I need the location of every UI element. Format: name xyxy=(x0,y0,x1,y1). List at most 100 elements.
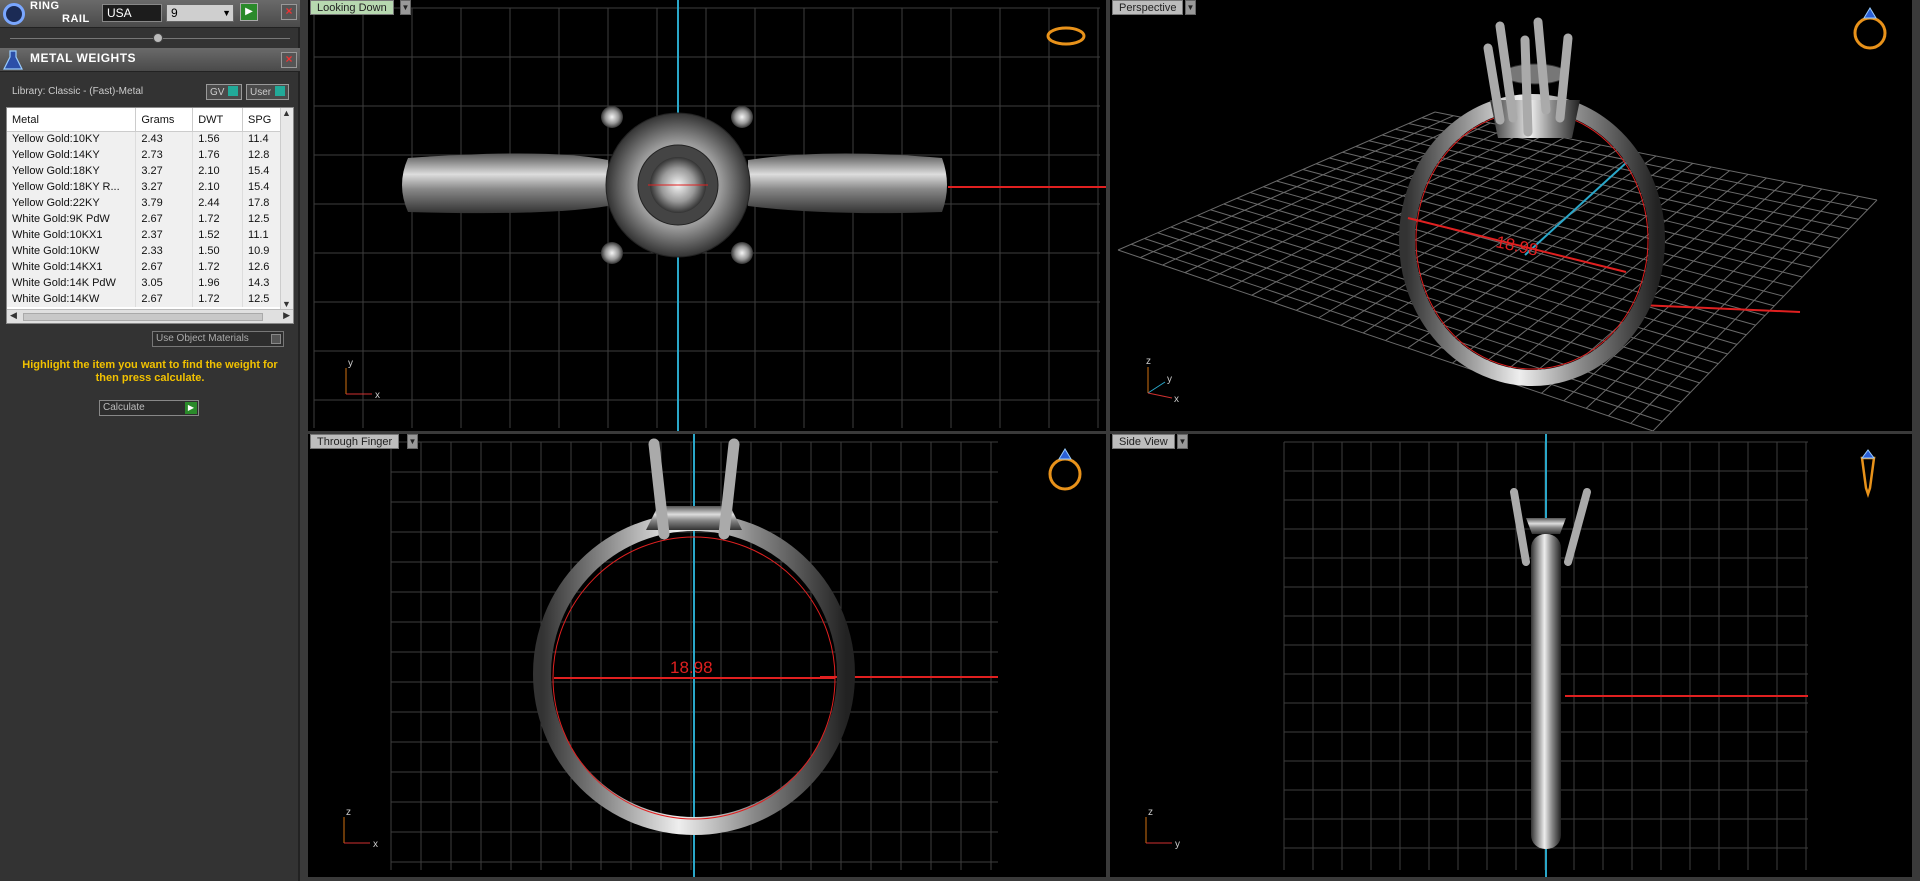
chevron-down-icon: ▼ xyxy=(222,8,231,18)
side-view-canvas: zy xyxy=(1145,434,1876,877)
chevron-down-icon[interactable]: ▼ xyxy=(1177,434,1188,449)
table-row[interactable]: White Gold:14KW 2.67 1.72 12.5 xyxy=(7,291,281,307)
table-cell: Yellow Gold:10KY xyxy=(7,131,137,147)
table-cell: 12.5 xyxy=(242,291,281,307)
table-horizontal-scrollbar[interactable]: ◀ ▶ xyxy=(7,309,293,323)
viewport-label-looking-down[interactable]: Looking Down xyxy=(310,0,394,15)
close-metal-weights-button[interactable]: × xyxy=(281,52,297,68)
calculate-button[interactable]: Calculate ▶ xyxy=(99,400,199,416)
use-object-materials-label: Use Object Materials xyxy=(156,333,249,344)
viewport-label-side-view[interactable]: Side View xyxy=(1112,434,1175,449)
user-indicator xyxy=(275,86,286,96)
scroll-up-icon[interactable]: ▲ xyxy=(282,108,291,118)
metal-weights-bar: METAL WEIGHTS × xyxy=(0,48,300,72)
axis-gizmo-label-a: z xyxy=(1148,807,1153,818)
perspective-canvas: 18.98 z yx xyxy=(1117,7,1887,431)
metal-weights-title: METAL WEIGHTS xyxy=(30,51,137,65)
prong-tip-0 xyxy=(601,106,623,128)
table-cell: 10.9 xyxy=(242,243,281,259)
play-icon: ▶ xyxy=(185,402,197,414)
ring-front-icon-gem xyxy=(1058,448,1072,460)
viewport-label-through-finger[interactable]: Through Finger xyxy=(310,434,400,449)
prong-tip-1 xyxy=(731,106,753,128)
scroll-left-icon[interactable]: ◀ xyxy=(10,310,17,321)
viewport-label-perspective[interactable]: Perspective xyxy=(1112,0,1184,15)
prong-right xyxy=(1564,488,1591,566)
horizontal-scroll-thumb[interactable] xyxy=(23,313,263,321)
table-header-row: Metal Grams DWT SPG xyxy=(7,108,281,132)
looking-down-canvas: yx xyxy=(313,0,1106,431)
chevron-down-icon[interactable]: ▼ xyxy=(1185,0,1196,15)
table-cell: 1.76 xyxy=(192,147,244,163)
viewport-perspective[interactable]: 18.98 z y x Perspective ▼ xyxy=(1110,0,1912,431)
table-cell: White Gold:10KX1 xyxy=(7,227,137,243)
table-cell: 2.44 xyxy=(192,195,244,211)
gizmo-label-x: x xyxy=(1174,394,1179,405)
ring-shank-right xyxy=(748,153,947,214)
table-cell: 11.1 xyxy=(242,227,281,243)
table-cell: 2.73 xyxy=(135,147,194,163)
left-panel: RING RAIL USA 9 ▼ ▶ × METAL WEIGHTS × Li… xyxy=(0,0,300,881)
viewport-looking-down[interactable]: yx Looking Down ▼ xyxy=(308,0,1106,431)
table-cell: 1.56 xyxy=(192,131,244,147)
table-row[interactable]: Yellow Gold:14KY 2.73 1.76 12.8 xyxy=(7,147,281,163)
axis-gizmo-label-b: x xyxy=(373,839,378,850)
use-object-materials-checkbox[interactable]: Use Object Materials xyxy=(152,331,284,347)
table-row[interactable]: Yellow Gold:10KY 2.43 1.56 11.4 xyxy=(7,131,281,147)
size-slider[interactable] xyxy=(10,33,290,43)
scroll-down-icon[interactable]: ▼ xyxy=(282,299,291,309)
calculate-label: Calculate xyxy=(103,402,145,413)
gizmo-x xyxy=(1147,392,1173,399)
head-seat xyxy=(1502,63,1568,85)
ring-size-select[interactable]: 9 ▼ xyxy=(166,4,234,22)
ring-top-view-icon xyxy=(1046,26,1086,46)
table-row[interactable]: Yellow Gold:22KY 3.79 2.44 17.8 xyxy=(7,195,281,211)
table-cell: Yellow Gold:18KY R... xyxy=(7,179,137,195)
table-row[interactable]: White Gold:14K PdW 3.05 1.96 14.3 xyxy=(7,275,281,291)
chevron-down-icon[interactable]: ▼ xyxy=(400,0,411,15)
user-toggle[interactable]: User xyxy=(246,84,290,100)
table-vertical-scrollbar[interactable]: ▲ ▼ xyxy=(280,108,293,309)
ring-rail-bar: RING RAIL USA 9 ▼ ▶ × xyxy=(0,0,300,28)
table-row[interactable]: White Gold:10KW 2.33 1.50 10.9 xyxy=(7,243,281,259)
apply-size-button[interactable]: ▶ xyxy=(240,3,258,21)
table-cell: 12.8 xyxy=(242,147,281,163)
table-row[interactable]: White Gold:14KX1 2.67 1.72 12.6 xyxy=(7,259,281,275)
prong-tip-2 xyxy=(601,242,623,264)
scroll-right-icon[interactable]: ▶ xyxy=(283,310,290,321)
axis-gizmo-label-b: x xyxy=(375,390,380,401)
through-finger-canvas: 18.98 z x xyxy=(343,434,1082,877)
y-axis-line xyxy=(1524,151,1639,256)
table-row[interactable]: Yellow Gold:18KY R... 3.27 2.10 15.4 xyxy=(7,179,281,195)
col-header-spg[interactable]: SPG xyxy=(242,108,281,132)
table-cell: 1.72 xyxy=(192,259,244,275)
table-cell: 17.8 xyxy=(242,195,281,211)
viewport-through-finger[interactable]: 18.98 z x Through Finger ▼ xyxy=(308,434,1106,877)
axis-gizmo-label-b: y xyxy=(1175,839,1180,850)
table-cell: 2.37 xyxy=(135,227,194,243)
table-row[interactable]: White Gold:9K PdW 2.67 1.72 12.5 xyxy=(7,211,281,227)
table-row[interactable]: White Gold:10KX1 2.37 1.52 11.1 xyxy=(7,227,281,243)
perspective-measure: 18.98 xyxy=(1494,232,1540,259)
table-cell: 1.72 xyxy=(192,291,244,307)
jewelry-cad-window: RING RAIL USA 9 ▼ ▶ × METAL WEIGHTS × Li… xyxy=(0,0,1920,881)
country-field[interactable]: USA xyxy=(102,4,162,22)
viewport-side-view[interactable]: zy Side View ▼ xyxy=(1110,434,1912,877)
chevron-down-icon[interactable]: ▼ xyxy=(407,434,418,449)
axis-gizmo-label-a: z xyxy=(346,807,351,818)
close-ring-rail-button[interactable]: × xyxy=(281,4,297,20)
slider-handle[interactable] xyxy=(153,33,163,43)
table-cell: 1.72 xyxy=(192,211,244,227)
user-toggle-label: User xyxy=(250,87,272,98)
table-cell: White Gold:14KX1 xyxy=(7,259,137,275)
col-header-dwt[interactable]: DWT xyxy=(192,108,244,132)
col-header-metal[interactable]: Metal xyxy=(7,108,137,132)
table-row[interactable]: Yellow Gold:18KY 3.27 2.10 15.4 xyxy=(7,163,281,179)
gv-toggle[interactable]: GV xyxy=(206,84,243,100)
ring-front-icon xyxy=(1048,457,1082,491)
table-cell: 14.3 xyxy=(242,275,281,291)
col-header-grams[interactable]: Grams xyxy=(135,108,194,132)
axis-gizmo-label-a: y xyxy=(348,358,353,369)
checkbox-box[interactable] xyxy=(271,334,281,344)
metal-weights-table[interactable]: Metal Grams DWT SPG Yellow Gold:10KY 2.43… xyxy=(6,107,294,324)
